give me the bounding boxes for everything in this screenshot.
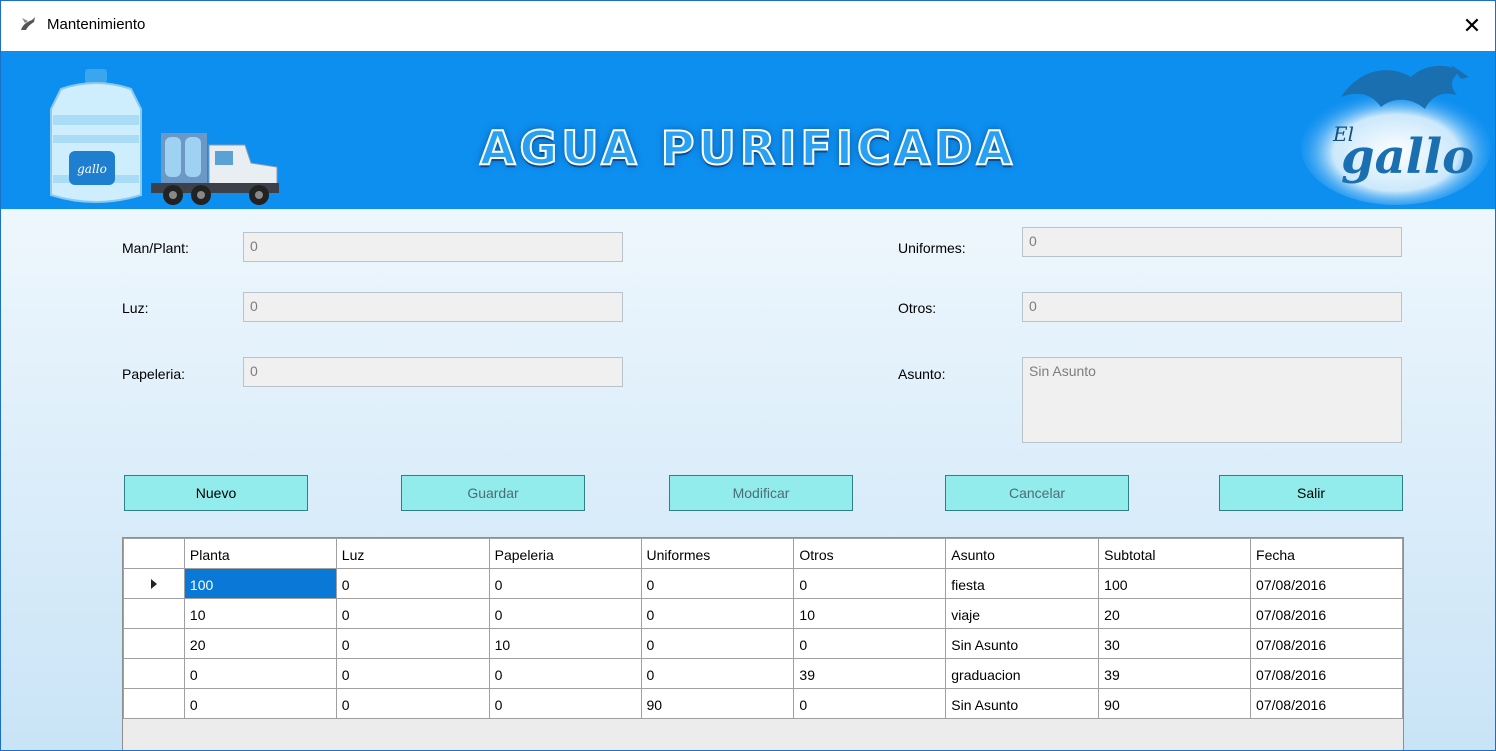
asunto-field[interactable]: Sin Asunto xyxy=(1022,357,1402,443)
table-cell[interactable]: 0 xyxy=(183,688,337,719)
table-row[interactable]: 100 0 0 0 0 fiesta 100 07/08/2016 xyxy=(123,568,1403,599)
close-icon: ✕ xyxy=(1462,13,1482,38)
column-header[interactable]: Planta xyxy=(183,538,337,569)
table-cell[interactable]: 0 xyxy=(335,688,490,719)
app-icon xyxy=(21,17,35,30)
table-cell[interactable]: 0 xyxy=(793,688,947,719)
table-cell[interactable]: 0 xyxy=(640,568,795,599)
column-header[interactable]: Uniformes xyxy=(640,538,795,569)
window-title: Mantenimiento xyxy=(47,16,146,33)
table-cell[interactable]: 100 xyxy=(1098,568,1252,599)
table-cell[interactable]: 20 xyxy=(1098,598,1252,629)
rooster-logo-icon: El gallo xyxy=(1301,65,1491,205)
table-cell[interactable]: 0 xyxy=(335,628,490,659)
luz-field[interactable]: 0 xyxy=(243,292,623,322)
column-header[interactable]: Otros xyxy=(793,538,947,569)
table-cell[interactable]: Sin Asunto xyxy=(945,628,1100,659)
table-cell[interactable]: 0 xyxy=(335,568,490,599)
column-header[interactable]: Fecha xyxy=(1250,538,1403,569)
table-row[interactable]: 10 0 0 0 10 viaje 20 07/08/2016 xyxy=(123,598,1403,629)
table-cell[interactable]: 30 xyxy=(1098,628,1252,659)
close-button[interactable]: ✕ xyxy=(1449,1,1495,51)
table-cell[interactable]: 100 xyxy=(183,568,337,599)
asunto-label: Asunto: xyxy=(898,366,946,382)
table-cell[interactable]: 20 xyxy=(183,628,337,659)
main-content: Man/Plant: 0 Luz: 0 Papeleria: 0 Uniform… xyxy=(1,209,1495,750)
papeleria-label: Papeleria: xyxy=(122,366,186,382)
table-row[interactable]: 20 0 10 0 0 Sin Asunto 30 07/08/2016 xyxy=(123,628,1403,659)
salir-button[interactable]: Salir xyxy=(1219,475,1403,511)
table-cell[interactable]: 10 xyxy=(793,598,947,629)
uniformes-field[interactable]: 0 xyxy=(1022,227,1402,257)
table-cell[interactable]: 0 xyxy=(488,568,642,599)
papeleria-field[interactable]: 0 xyxy=(243,357,623,387)
table-cell[interactable]: 07/08/2016 xyxy=(1250,628,1403,659)
nuevo-button[interactable]: Nuevo xyxy=(124,475,308,511)
table-cell[interactable]: 07/08/2016 xyxy=(1250,688,1403,719)
man-plant-label: Man/Plant: xyxy=(122,240,189,256)
table-cell[interactable]: 10 xyxy=(488,628,642,659)
table-cell[interactable]: 0 xyxy=(335,658,490,689)
table-cell[interactable]: viaje xyxy=(945,598,1100,629)
uniformes-label: Uniformes: xyxy=(898,240,966,256)
luz-label: Luz: xyxy=(122,300,149,316)
guardar-button[interactable]: Guardar xyxy=(401,475,585,511)
table-cell[interactable]: 39 xyxy=(1098,658,1252,689)
row-header[interactable] xyxy=(123,688,185,719)
row-header[interactable] xyxy=(123,568,185,599)
table-cell[interactable]: 07/08/2016 xyxy=(1250,598,1403,629)
row-header[interactable] xyxy=(123,598,185,629)
table-cell[interactable]: graduacion xyxy=(945,658,1100,689)
table-cell[interactable]: 0 xyxy=(640,658,795,689)
table-cell[interactable]: 0 xyxy=(183,658,337,689)
cancelar-button[interactable]: Cancelar xyxy=(945,475,1129,511)
table-cell[interactable]: 07/08/2016 xyxy=(1250,658,1403,689)
table-cell[interactable]: 0 xyxy=(488,658,642,689)
table-cell[interactable]: 0 xyxy=(793,628,947,659)
row-header-corner xyxy=(123,538,185,569)
table-cell[interactable]: 07/08/2016 xyxy=(1250,568,1403,599)
table-cell[interactable]: 0 xyxy=(640,628,795,659)
table-cell[interactable]: 0 xyxy=(488,688,642,719)
column-header[interactable]: Papeleria xyxy=(488,538,642,569)
table-row[interactable]: 0 0 0 0 39 graduacion 39 07/08/2016 xyxy=(123,658,1403,689)
table-cell[interactable]: 0 xyxy=(335,598,490,629)
table-cell[interactable]: 0 xyxy=(488,598,642,629)
table-cell[interactable]: 10 xyxy=(183,598,337,629)
window: Mantenimiento ✕ gallo AGUA PURIFICADA El… xyxy=(0,0,1496,751)
row-header[interactable] xyxy=(123,658,185,689)
svg-text:gallo: gallo xyxy=(1341,129,1474,185)
data-grid[interactable]: Planta Luz Papeleria Uniformes Otros Asu… xyxy=(122,537,1404,750)
table-header-row: Planta Luz Papeleria Uniformes Otros Asu… xyxy=(123,538,1403,569)
banner-headline: AGUA PURIFICADA xyxy=(479,120,1017,176)
row-header[interactable] xyxy=(123,628,185,659)
table-cell[interactable]: 90 xyxy=(640,688,795,719)
table-cell[interactable]: 39 xyxy=(793,658,947,689)
table-cell[interactable]: fiesta xyxy=(945,568,1100,599)
title-bar: Mantenimiento ✕ xyxy=(1,1,1495,51)
otros-field[interactable]: 0 xyxy=(1022,292,1402,322)
row-pointer-icon xyxy=(150,578,157,589)
column-header[interactable]: Asunto xyxy=(945,538,1100,569)
column-header[interactable]: Luz xyxy=(335,538,490,569)
header-banner: gallo AGUA PURIFICADA El gallo xyxy=(1,51,1495,209)
table-cell[interactable]: Sin Asunto xyxy=(945,688,1100,719)
table-cell[interactable]: 90 xyxy=(1098,688,1252,719)
man-plant-field[interactable]: 0 xyxy=(243,232,623,262)
modificar-button[interactable]: Modificar xyxy=(669,475,853,511)
column-header[interactable]: Subtotal xyxy=(1098,538,1252,569)
table-cell[interactable]: 0 xyxy=(793,568,947,599)
otros-label: Otros: xyxy=(898,300,937,316)
data-table: Planta Luz Papeleria Uniformes Otros Asu… xyxy=(123,538,1403,719)
table-cell[interactable]: 0 xyxy=(640,598,795,629)
table-row[interactable]: 0 0 0 90 0 Sin Asunto 90 07/08/2016 xyxy=(123,688,1403,719)
